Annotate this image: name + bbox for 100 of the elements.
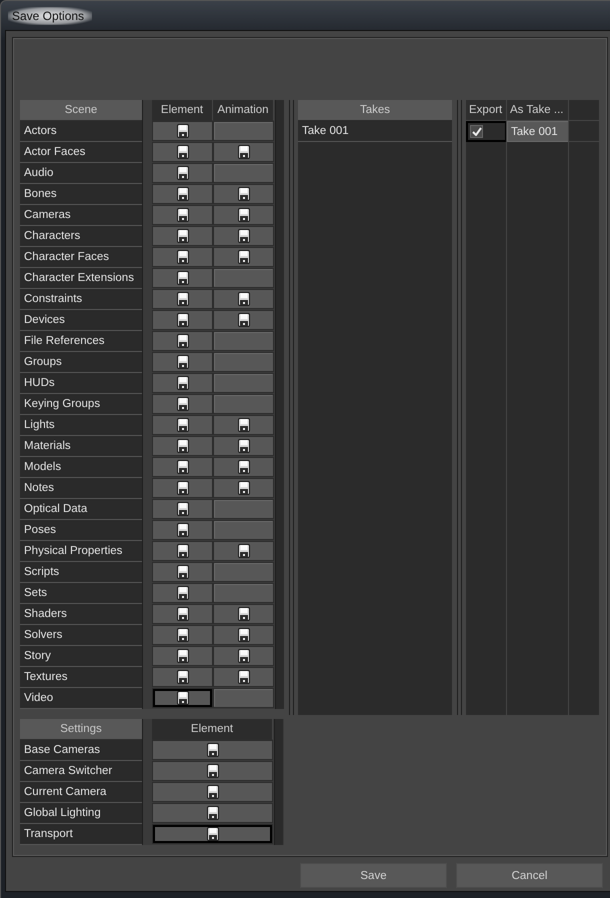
column-header: Settings <box>20 719 142 740</box>
element-cell[interactable] <box>153 479 212 497</box>
element-cell[interactable] <box>153 668 212 686</box>
animation-cell[interactable] <box>214 185 273 203</box>
row-label: Story <box>20 646 142 667</box>
column-header: Element <box>152 719 273 740</box>
animation-cell[interactable] <box>214 668 273 686</box>
row-label: Keying Groups <box>20 394 142 415</box>
dialog-button[interactable]: Save <box>300 863 447 888</box>
animation-cell[interactable] <box>214 143 273 161</box>
element-cell[interactable] <box>153 185 212 203</box>
row-label: Bones <box>20 184 142 205</box>
element-cell[interactable] <box>153 542 212 560</box>
column-header: Takes <box>298 100 452 121</box>
row-label: Shaders <box>20 604 142 625</box>
row-label: Materials <box>20 436 142 457</box>
element-cell[interactable] <box>153 689 212 707</box>
element-cell[interactable] <box>153 783 272 801</box>
element-cell[interactable] <box>153 374 212 392</box>
animation-cell[interactable] <box>214 458 273 476</box>
element-cell[interactable] <box>153 416 212 434</box>
element-cell[interactable] <box>153 395 212 413</box>
row-label: Character Faces <box>20 247 142 268</box>
element-cell[interactable] <box>153 647 212 665</box>
element-cell[interactable] <box>153 353 212 371</box>
animation-cell[interactable] <box>214 164 273 182</box>
element-cell[interactable] <box>153 521 212 539</box>
animation-cell[interactable] <box>214 269 273 287</box>
element-cell[interactable] <box>153 311 212 329</box>
element-cell[interactable] <box>153 290 212 308</box>
animation-cell[interactable] <box>214 353 273 371</box>
row-label: Global Lighting <box>20 803 142 824</box>
row-label: File References <box>20 331 142 352</box>
row-label: Devices <box>20 310 142 331</box>
element-cell[interactable] <box>153 741 272 759</box>
animation-cell[interactable] <box>214 542 273 560</box>
row-label: Physical Properties <box>20 541 142 562</box>
animation-cell[interactable] <box>214 521 273 539</box>
element-cell[interactable] <box>153 332 212 350</box>
element-cell[interactable] <box>153 825 272 843</box>
element-cell[interactable] <box>153 269 212 287</box>
scrollbar-track[interactable] <box>275 100 284 709</box>
animation-cell[interactable] <box>214 395 273 413</box>
element-cell[interactable] <box>153 605 212 623</box>
row-label: HUDs <box>20 373 142 394</box>
row-label: Poses <box>20 520 142 541</box>
animation-cell[interactable] <box>214 437 273 455</box>
column-header: Scene <box>20 100 142 121</box>
element-cell[interactable] <box>153 143 212 161</box>
row-label: Camera Switcher <box>20 761 142 782</box>
animation-cell[interactable] <box>214 248 273 266</box>
element-cell[interactable] <box>153 227 212 245</box>
animation-cell[interactable] <box>214 605 273 623</box>
column-header: Element <box>152 100 213 121</box>
row-label: Groups <box>20 352 142 373</box>
element-cell[interactable] <box>153 164 212 182</box>
animation-cell[interactable] <box>214 647 273 665</box>
element-cell[interactable] <box>153 563 212 581</box>
animation-cell[interactable] <box>214 500 273 518</box>
element-cell[interactable] <box>153 626 212 644</box>
animation-cell[interactable] <box>214 689 273 707</box>
take-item[interactable]: Take 001 <box>298 121 452 142</box>
element-cell[interactable] <box>153 122 212 140</box>
row-label: Textures <box>20 667 142 688</box>
row-label: Solvers <box>20 625 142 646</box>
row-label: Scripts <box>20 562 142 583</box>
animation-cell[interactable] <box>214 206 273 224</box>
animation-cell[interactable] <box>214 626 273 644</box>
animation-cell[interactable] <box>214 374 273 392</box>
element-cell[interactable] <box>153 804 272 822</box>
take-name-cell[interactable]: Take 001 <box>507 121 569 142</box>
element-cell[interactable] <box>153 762 272 780</box>
animation-cell[interactable] <box>214 479 273 497</box>
animation-cell[interactable] <box>214 584 273 602</box>
scrollbar-track[interactable] <box>274 719 283 845</box>
row-label: Character Extensions <box>20 268 142 289</box>
row-label: Characters <box>20 226 142 247</box>
animation-cell[interactable] <box>214 563 273 581</box>
element-cell[interactable] <box>153 437 212 455</box>
row-label: Audio <box>20 163 142 184</box>
animation-cell[interactable] <box>214 332 273 350</box>
window-title: Save Options <box>8 6 92 24</box>
dialog-button[interactable]: Cancel <box>456 863 603 888</box>
animation-cell[interactable] <box>214 227 273 245</box>
animation-cell[interactable] <box>214 416 273 434</box>
row-label: Models <box>20 457 142 478</box>
row-label: Optical Data <box>20 499 142 520</box>
element-cell[interactable] <box>153 248 212 266</box>
row-label: Video <box>20 688 142 709</box>
animation-cell[interactable] <box>214 290 273 308</box>
element-cell[interactable] <box>153 500 212 518</box>
row-label: Base Cameras <box>20 740 142 761</box>
column-header: Animation <box>213 100 274 121</box>
animation-cell[interactable] <box>214 122 273 140</box>
row-label: Constraints <box>20 289 142 310</box>
element-cell[interactable] <box>153 458 212 476</box>
element-cell[interactable] <box>153 584 212 602</box>
export-checkbox[interactable] <box>470 125 483 138</box>
element-cell[interactable] <box>153 206 212 224</box>
animation-cell[interactable] <box>214 311 273 329</box>
